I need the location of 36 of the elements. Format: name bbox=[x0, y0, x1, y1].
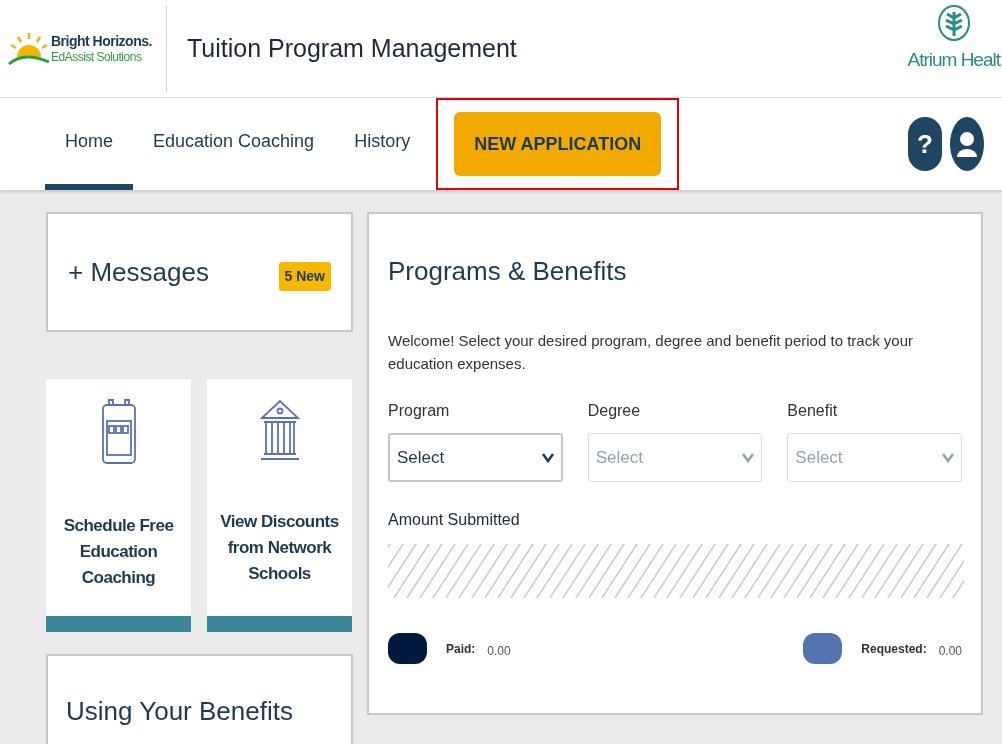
app-title: Tuition Program Management bbox=[187, 32, 517, 64]
programs-title: Programs & Benefits bbox=[388, 255, 628, 288]
legend-value: 0.00 bbox=[938, 642, 962, 660]
partner-logo-text: Atrium Healt bbox=[907, 48, 1000, 72]
new-application-button[interactable]: NEW APPLICATION bbox=[454, 112, 662, 176]
help-button[interactable]: ? bbox=[908, 117, 942, 171]
messages-card[interactable]: + Messages 5 New bbox=[46, 212, 353, 332]
calendar-icon bbox=[100, 399, 137, 465]
legend-label: Paid: bbox=[446, 640, 476, 658]
select-label: Program bbox=[388, 401, 451, 421]
select-label: Benefit bbox=[787, 401, 839, 421]
select-dropdown[interactable]: Select bbox=[388, 433, 563, 482]
new-messages-badge: 5 New bbox=[278, 261, 331, 291]
legend-label: Requested: bbox=[861, 640, 927, 658]
tile-card[interactable]: View Discounts from Network Schools bbox=[207, 379, 352, 632]
select-label: Degree bbox=[587, 401, 642, 421]
messages-title: + Messages bbox=[68, 255, 209, 289]
chevron-down-icon bbox=[541, 452, 554, 463]
tile-label: View Discounts from Network Schools bbox=[219, 511, 340, 585]
nav-tab[interactable]: History bbox=[334, 98, 431, 190]
nav-tab[interactable]: Home bbox=[45, 98, 133, 190]
tile-label: Schedule Free Education Coaching bbox=[62, 515, 175, 589]
chevron-down-icon bbox=[742, 452, 755, 463]
brand-name: Bright Horizons. bbox=[51, 34, 152, 48]
brand-subtitle: EdAssist Solutions bbox=[51, 51, 143, 63]
bank-building-icon bbox=[259, 399, 300, 461]
nav-tab[interactable]: Education Coaching bbox=[133, 98, 335, 190]
chevron-down-icon bbox=[942, 452, 954, 463]
intro-text: Welcome! Select your desired program, degree and benefit period to track your education expenses. bbox=[388, 331, 914, 374]
tree-logo-icon bbox=[936, 4, 971, 42]
amount-label: Amount Submitted bbox=[388, 510, 521, 530]
sun-logo-icon bbox=[8, 30, 50, 67]
tile-card[interactable]: Schedule Free Education Coaching bbox=[46, 379, 191, 632]
benefits-title: Using Your Benefits bbox=[66, 696, 293, 726]
user-profile-icon[interactable] bbox=[950, 117, 984, 171]
legend-value: 0.00 bbox=[487, 642, 511, 660]
